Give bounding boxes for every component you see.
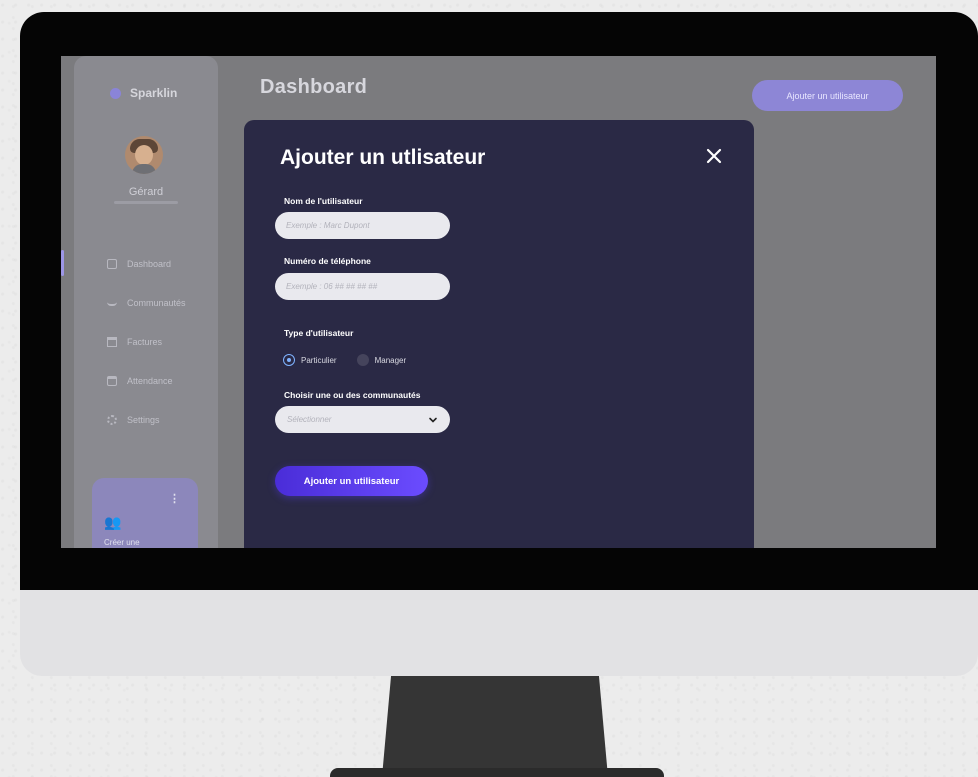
sidebar: Sparklin Gérard Dashboard Communautés Fa [61,56,218,548]
group-icon: 👥 [104,514,121,530]
sidebar-item-communautes[interactable]: Communautés [74,283,218,322]
monitor-chin [20,590,978,676]
sidebar-item-label: Factures [127,336,163,347]
name-input[interactable] [275,212,450,239]
radio-manager[interactable] [356,354,369,366]
monitor-screen-frame: Sparklin Gérard Dashboard Communautés Fa [20,12,978,590]
radio-particulier[interactable] [283,354,295,366]
phone-label: Numéro de téléphone [284,256,371,266]
sidebar-item-factures[interactable]: Factures [74,322,218,361]
user-type-radio-group: Particulier Manager [283,354,420,366]
page-title: Dashboard [260,76,368,98]
chevron-down-icon [429,417,437,423]
user-type-label: Type d'utilisateur [284,328,354,338]
brand[interactable]: Sparklin [110,86,177,100]
invoice-icon [107,336,117,347]
dashboard-icon [107,258,117,269]
sidebar-item-label: Attendance [127,375,173,386]
avatar[interactable] [125,136,163,174]
phone-input[interactable] [275,273,450,300]
add-user-top-button[interactable]: Ajouter un utilisateur [752,80,903,111]
add-user-modal: Ajouter un utlisateur Nom de l'utilisate… [244,120,754,548]
monitor-stand-foot [330,768,664,777]
radio-manager-label: Manager [374,355,407,365]
name-label: Nom de l'utilisateur [284,196,363,206]
sidebar-item-dashboard[interactable]: Dashboard [61,244,218,283]
sidebar-item-settings[interactable]: Settings [74,400,218,439]
more-options-icon[interactable]: ⋮ [169,492,180,505]
create-card-label: Créer une [104,538,140,547]
radio-particulier-label: Particulier [301,355,337,365]
close-icon [706,148,722,164]
communities-label: Choisir une ou des communautés [284,390,421,400]
calendar-icon [107,375,117,386]
close-button[interactable] [700,142,728,170]
communities-select[interactable]: Sélectionner [275,406,450,433]
sidebar-item-label: Settings [127,414,160,425]
app-screen: Sparklin Gérard Dashboard Communautés Fa [61,56,936,548]
create-community-card[interactable]: ⋮ 👥 Créer une [92,478,198,548]
sidebar-item-label: Communautés [127,297,186,308]
monitor-stand [382,676,608,777]
user-subtitle [114,201,178,204]
gear-icon [107,414,117,425]
communities-select-value: Sélectionner [287,415,332,424]
sidebar-nav: Dashboard Communautés Factures Attendanc… [61,244,218,439]
sidebar-item-attendance[interactable]: Attendance [74,361,218,400]
brand-name: Sparklin [130,86,178,100]
brand-logo-icon [110,87,121,99]
user-name: Gérard [128,186,164,198]
sidebar-item-label: Dashboard [127,258,172,269]
people-icon [107,299,117,306]
modal-title: Ajouter un utlisateur [280,146,486,169]
submit-add-user-button[interactable]: Ajouter un utilisateur [275,466,428,496]
